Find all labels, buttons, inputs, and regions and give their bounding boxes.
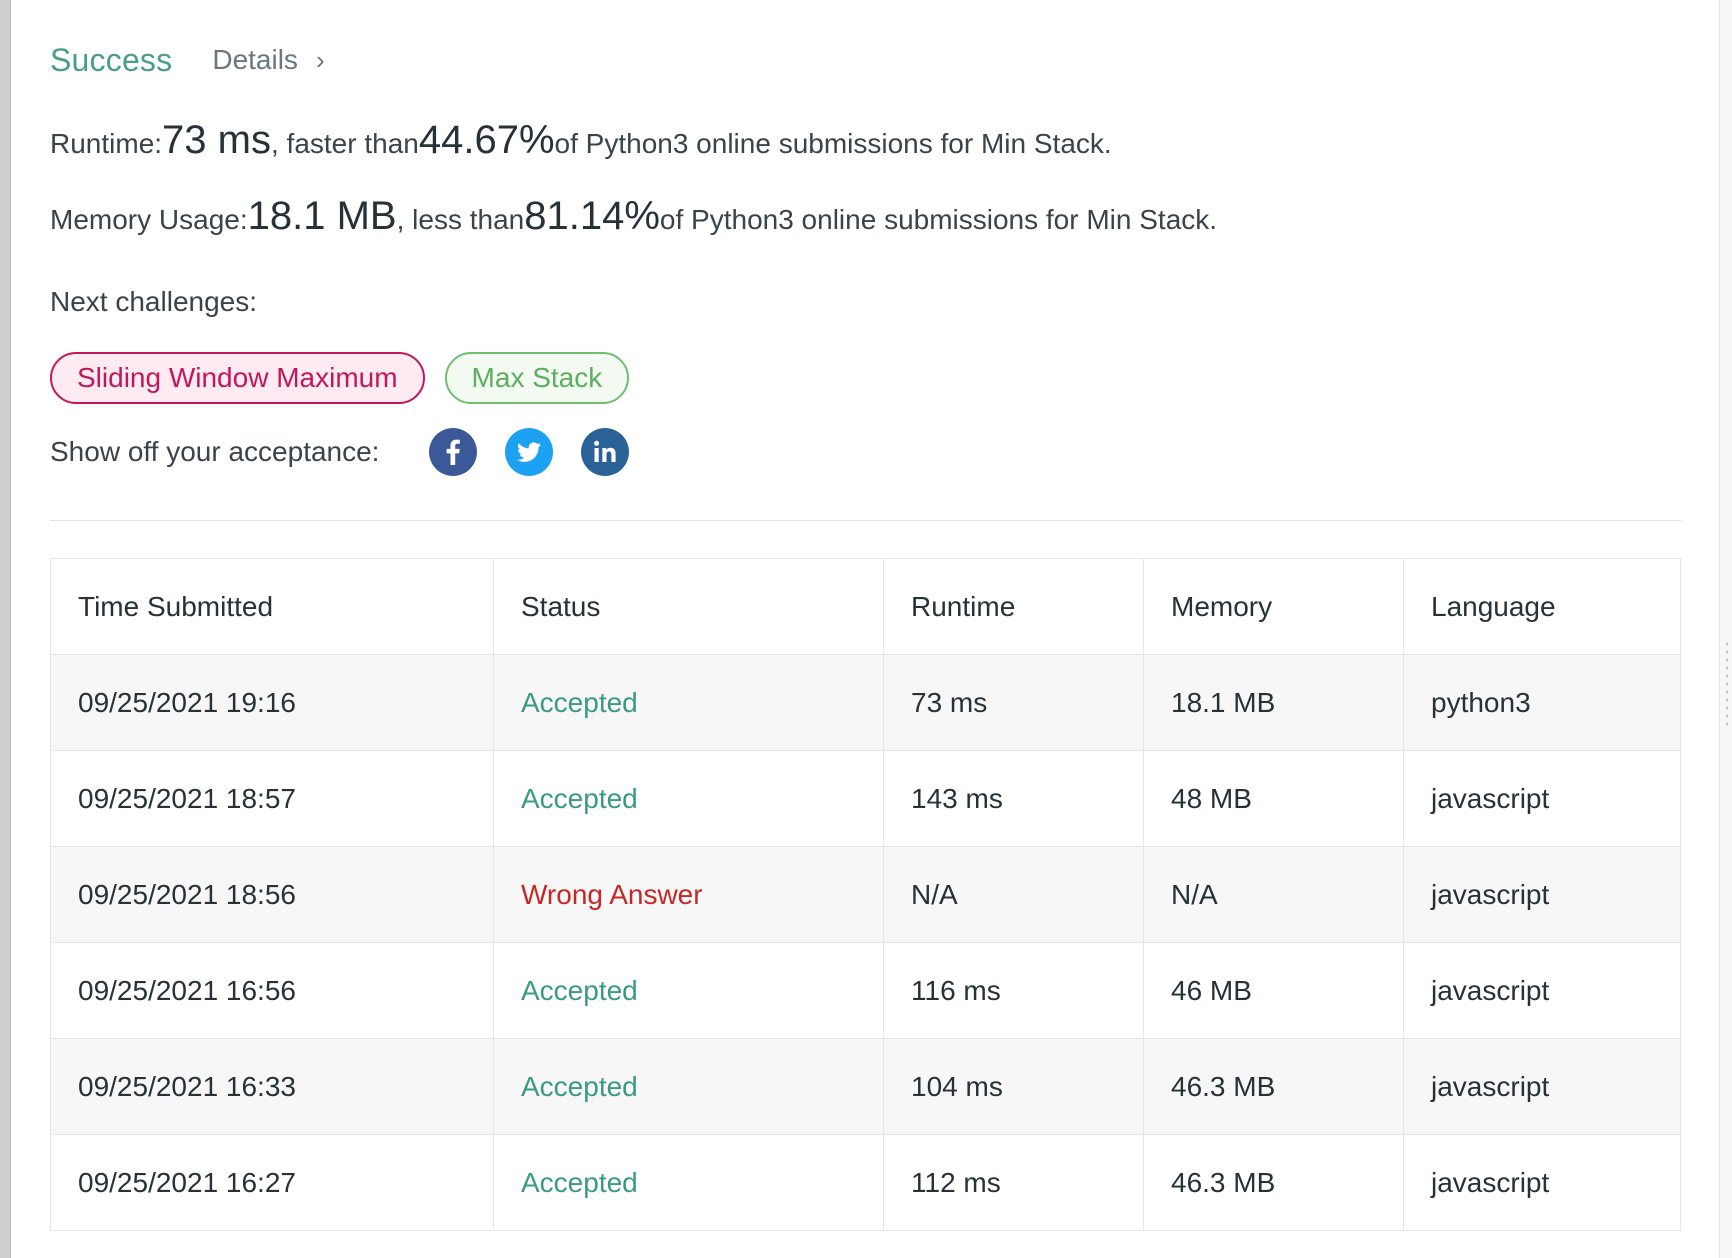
result-status: Success bbox=[50, 41, 173, 78]
facebook-icon[interactable] bbox=[429, 428, 478, 476]
status-link[interactable]: Wrong Answer bbox=[493, 846, 884, 943]
cell-memory: 48 MB bbox=[1143, 750, 1404, 847]
cell-time: 09/25/2021 16:27 bbox=[50, 1134, 494, 1231]
cell-time: 09/25/2021 18:57 bbox=[50, 750, 494, 847]
cell-language: python3 bbox=[1403, 654, 1681, 751]
memory-label: Memory Usage: bbox=[50, 204, 248, 235]
column-header-language: Language bbox=[1403, 558, 1681, 655]
table-header-row: Time Submitted Status Runtime Memory Lan… bbox=[50, 558, 1681, 655]
status-link[interactable]: Accepted bbox=[493, 1134, 884, 1231]
cell-language: javascript bbox=[1403, 1134, 1681, 1231]
column-header-status: Status bbox=[493, 558, 884, 655]
table-row: 09/25/2021 19:16 Accepted 73 ms 18.1 MB … bbox=[50, 654, 1681, 751]
linkedin-icon[interactable] bbox=[581, 428, 630, 476]
cell-time: 09/25/2021 16:33 bbox=[50, 1038, 494, 1135]
cell-runtime: 116 ms bbox=[883, 942, 1144, 1039]
cell-time: 09/25/2021 19:16 bbox=[50, 654, 494, 751]
share-label: Show off your acceptance: bbox=[50, 436, 380, 467]
cell-memory: 46.3 MB bbox=[1143, 1134, 1404, 1231]
cell-memory: 46.3 MB bbox=[1143, 1038, 1404, 1135]
submission-result-panel: Success Details › Runtime: 73 ms , faste… bbox=[50, 30, 1682, 1231]
table-row: 09/25/2021 16:33 Accepted 104 ms 46.3 MB… bbox=[50, 1038, 1681, 1135]
runtime-label: Runtime: bbox=[50, 128, 163, 159]
status-link[interactable]: Accepted bbox=[493, 654, 884, 751]
cell-memory: 18.1 MB bbox=[1143, 654, 1404, 751]
column-header-time-submitted: Time Submitted bbox=[50, 558, 494, 655]
table-row: 09/25/2021 18:56 Wrong Answer N/A N/A ja… bbox=[50, 846, 1681, 943]
challenge-chip-sliding-window-maximum[interactable]: Sliding Window Maximum bbox=[50, 352, 425, 404]
details-label: Details bbox=[212, 44, 298, 75]
next-challenges-list: Sliding Window Maximum Max Stack bbox=[50, 352, 1682, 410]
cell-runtime: 104 ms bbox=[883, 1038, 1144, 1135]
next-challenges-label: Next challenges: bbox=[50, 286, 258, 317]
cell-memory: 46 MB bbox=[1143, 942, 1404, 1039]
cell-time: 09/25/2021 16:56 bbox=[50, 942, 494, 1039]
memory-stat: Memory Usage: 18.1 MB , less than 81.14%… bbox=[50, 194, 1682, 250]
scrollbar-track[interactable] bbox=[1719, 0, 1732, 1258]
status-link[interactable]: Accepted bbox=[493, 942, 884, 1039]
cell-memory: N/A bbox=[1143, 846, 1404, 943]
resize-handle[interactable] bbox=[1724, 640, 1730, 730]
cell-language: javascript bbox=[1403, 942, 1681, 1039]
runtime-stat: Runtime: 73 ms , faster than 44.67% of P… bbox=[50, 118, 1682, 174]
result-header: Success Details › bbox=[50, 30, 1682, 90]
cell-runtime: 112 ms bbox=[883, 1134, 1144, 1231]
column-header-runtime: Runtime bbox=[883, 558, 1144, 655]
table-row: 09/25/2021 18:57 Accepted 143 ms 48 MB j… bbox=[50, 750, 1681, 847]
cell-language: javascript bbox=[1403, 750, 1681, 847]
runtime-suffix: of Python3 online submissions for Min St… bbox=[554, 128, 1112, 159]
cell-runtime: 73 ms bbox=[883, 654, 1144, 751]
column-header-memory: Memory bbox=[1143, 558, 1404, 655]
memory-suffix: of Python3 online submissions for Min St… bbox=[659, 204, 1218, 235]
submissions-table: Time Submitted Status Runtime Memory Lan… bbox=[50, 558, 1681, 1231]
share-row: Show off your acceptance: bbox=[50, 424, 1682, 480]
runtime-percent: 44.67% bbox=[418, 118, 555, 162]
memory-middle-text: , less than bbox=[396, 204, 525, 235]
status-link[interactable]: Accepted bbox=[493, 750, 884, 847]
runtime-value: 73 ms bbox=[162, 118, 271, 162]
status-link[interactable]: Accepted bbox=[493, 1038, 884, 1135]
cell-runtime: N/A bbox=[883, 846, 1144, 943]
section-divider bbox=[50, 520, 1682, 521]
chevron-right-icon: › bbox=[315, 44, 325, 75]
cell-time: 09/25/2021 18:56 bbox=[50, 846, 494, 943]
window-left-edge bbox=[0, 0, 11, 1258]
twitter-icon[interactable] bbox=[505, 428, 554, 476]
cell-runtime: 143 ms bbox=[883, 750, 1144, 847]
table-row: 09/25/2021 16:27 Accepted 112 ms 46.3 MB… bbox=[50, 1134, 1681, 1231]
runtime-middle-text: , faster than bbox=[270, 128, 419, 159]
details-link[interactable]: Details › bbox=[212, 44, 324, 76]
memory-value: 18.1 MB bbox=[247, 194, 397, 238]
table-row: 09/25/2021 16:56 Accepted 116 ms 46 MB j… bbox=[50, 942, 1681, 1039]
memory-percent: 81.14% bbox=[524, 194, 660, 238]
cell-language: javascript bbox=[1403, 1038, 1681, 1135]
challenge-chip-max-stack[interactable]: Max Stack bbox=[444, 352, 630, 404]
cell-language: javascript bbox=[1403, 846, 1681, 943]
